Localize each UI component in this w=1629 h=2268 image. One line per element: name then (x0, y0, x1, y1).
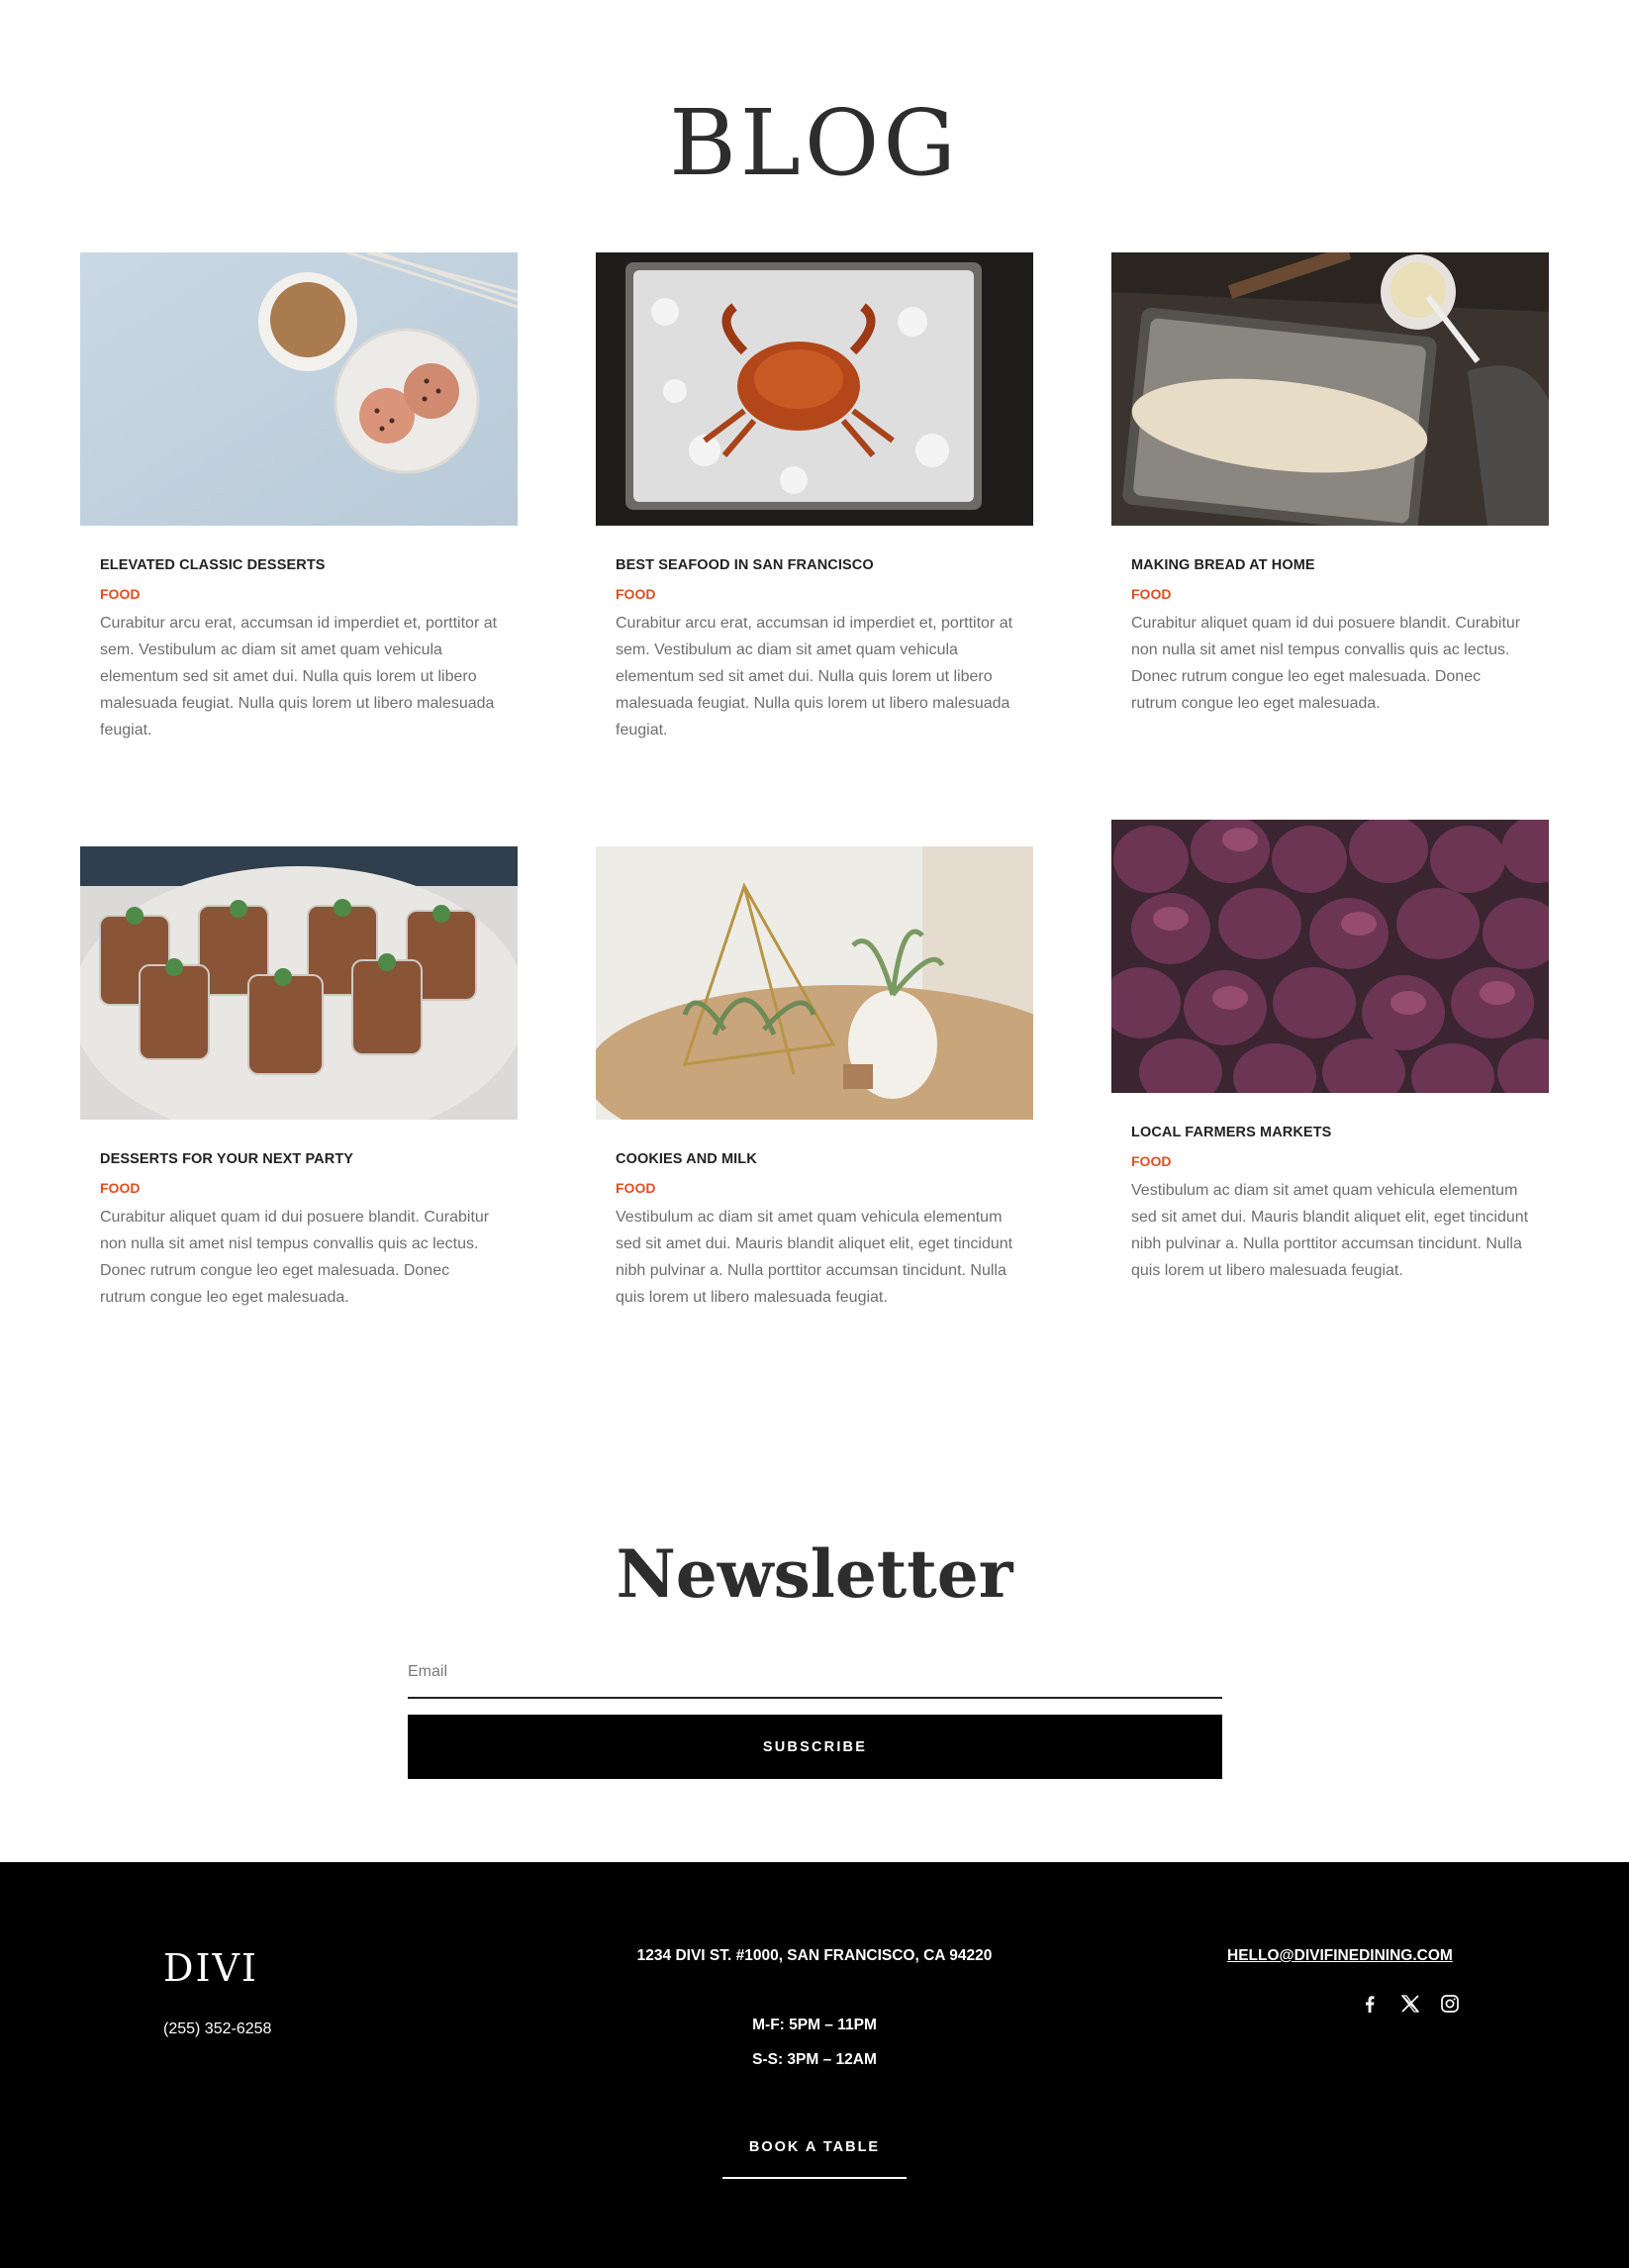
post-excerpt: Vestibulum ac diam sit amet quam vehicul… (1131, 1182, 1529, 1279)
post-thumbnail[interactable] (596, 846, 1033, 1120)
post-excerpt: Curabitur arcu erat, accumsan id imperdi… (100, 615, 498, 739)
post-title[interactable]: MAKING BREAD AT HOME (1131, 555, 1529, 575)
newsletter-title: Newsletter (616, 1535, 1013, 1613)
blog-post: DESSERTS FOR YOUR NEXT PARTY FOOD Curabi… (80, 846, 518, 1311)
footer-hours-weekend: S-S: 3PM – 12AM (752, 2051, 877, 2068)
blog-post: ELEVATED CLASSIC DESSERTS FOOD Curabitur… (80, 252, 518, 743)
subscribe-button[interactable]: SUBSCRIBE (408, 1715, 1222, 1779)
x-icon[interactable] (1398, 1992, 1422, 2016)
post-thumbnail[interactable] (80, 252, 518, 526)
crab-on-ice-image (596, 252, 1033, 526)
footer-email-link[interactable]: HELLO@DIVIFINEDINING.COM (1227, 1947, 1453, 1965)
email-field[interactable] (408, 1647, 1222, 1699)
facebook-icon[interactable] (1358, 1992, 1382, 2016)
post-category[interactable]: FOOD (1131, 584, 1529, 604)
post-category[interactable]: FOOD (616, 1178, 1013, 1198)
post-category[interactable]: FOOD (616, 584, 1013, 604)
blog-post: BEST SEAFOOD IN SAN FRANCISCO FOOD Curab… (596, 252, 1033, 743)
post-title[interactable]: COOKIES AND MILK (616, 1149, 1013, 1169)
post-excerpt: Vestibulum ac diam sit amet quam vehicul… (616, 1209, 1013, 1306)
post-excerpt: Curabitur arcu erat, accumsan id imperdi… (616, 615, 1013, 739)
instagram-icon[interactable] (1438, 1992, 1462, 2016)
dessert-glasses-image (80, 846, 518, 1120)
footer-hours-weekday: M-F: 5PM – 11PM (752, 2017, 877, 2033)
post-category[interactable]: FOOD (100, 1178, 498, 1198)
post-thumbnail[interactable] (80, 846, 518, 1120)
coffee-and-cookies-image (80, 252, 518, 526)
post-title[interactable]: BEST SEAFOOD IN SAN FRANCISCO (616, 555, 1013, 575)
book-a-table-button[interactable]: BOOK A TABLE (722, 2139, 907, 2179)
post-excerpt: Curabitur aliquet quam id dui posuere bl… (1131, 615, 1521, 712)
blog-post: LOCAL FARMERS MARKETS FOOD Vestibulum ac… (1111, 820, 1549, 1284)
blog-post: COOKIES AND MILK FOOD Vestibulum ac diam… (596, 846, 1033, 1311)
post-title[interactable]: ELEVATED CLASSIC DESSERTS (100, 555, 498, 575)
figs-image (1111, 820, 1549, 1093)
post-category[interactable]: FOOD (1131, 1151, 1529, 1171)
post-excerpt: Curabitur aliquet quam id dui posuere bl… (100, 1209, 490, 1306)
site-footer: DIVI (255) 352-6258 1234 DIVI ST. #1000,… (0, 1862, 1629, 2268)
post-thumbnail[interactable] (1111, 252, 1549, 526)
post-thumbnail[interactable] (596, 252, 1033, 526)
blog-title: BLOG (669, 90, 960, 196)
blog-post: MAKING BREAD AT HOME FOOD Curabitur aliq… (1111, 252, 1549, 717)
post-category[interactable]: FOOD (100, 584, 498, 604)
bread-dough-image (1111, 252, 1549, 526)
post-thumbnail[interactable] (1111, 820, 1549, 1093)
post-title[interactable]: LOCAL FARMERS MARKETS (1131, 1123, 1529, 1142)
post-title[interactable]: DESSERTS FOR YOUR NEXT PARTY (100, 1149, 498, 1169)
air-plants-image (596, 846, 1033, 1120)
